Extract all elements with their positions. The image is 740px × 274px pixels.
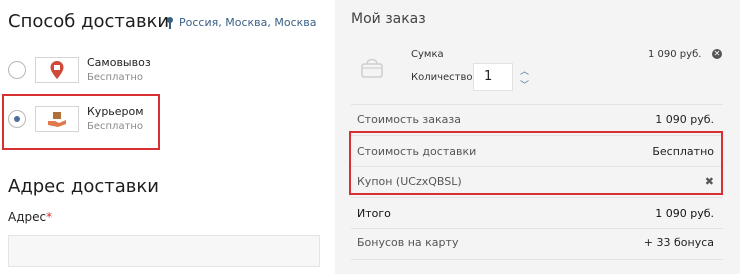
quantity-input[interactable]: 1 [473,63,513,91]
shipping-panel: Способ доставки Россия, Москва, Москва С… [0,0,335,274]
pickup-pin-icon [35,56,79,83]
bonus-row: Бонусов на карту + 33 бонуса [357,236,714,249]
shipping-title: Способ доставки [8,11,170,32]
pickup-price: Бесплатно [87,72,144,83]
map-pin-icon [167,16,173,29]
quantity-label: Количество: [411,72,476,83]
bag-icon [357,52,387,82]
highlight-box-delivery [349,131,723,195]
subtotal-row: Стоимость заказа 1 090 руб. [357,113,714,126]
address-input[interactable] [8,235,320,267]
divider [351,197,723,198]
product-name: Сумка [411,49,444,60]
chevron-down-icon[interactable]: ﹀ [520,78,529,91]
order-panel: Мой заказ Сумка Количество: 1 ︿ ﹀ 1 090 … [335,0,740,274]
shipping-option-pickup[interactable]: Самовывоз Бесплатно [8,56,151,83]
total-row: Итого 1 090 руб. [357,207,714,220]
address-title: Адрес доставки [8,176,159,197]
chevron-up-icon[interactable]: ︿ [520,64,529,77]
order-title: Мой заказ [351,11,426,27]
address-label: Адрес* [8,210,53,224]
divider [351,104,723,105]
location-text: Россия, Москва, Москва [179,16,317,29]
product-price: 1 090 руб. [648,49,702,60]
pickup-radio[interactable] [8,60,26,79]
divider [351,228,723,229]
location-link[interactable]: Россия, Москва, Москва [167,16,316,29]
highlight-box-courier [2,94,160,150]
pickup-name: Самовывоз [87,56,151,69]
divider [351,259,723,260]
remove-icon[interactable]: ✕ [712,49,722,59]
